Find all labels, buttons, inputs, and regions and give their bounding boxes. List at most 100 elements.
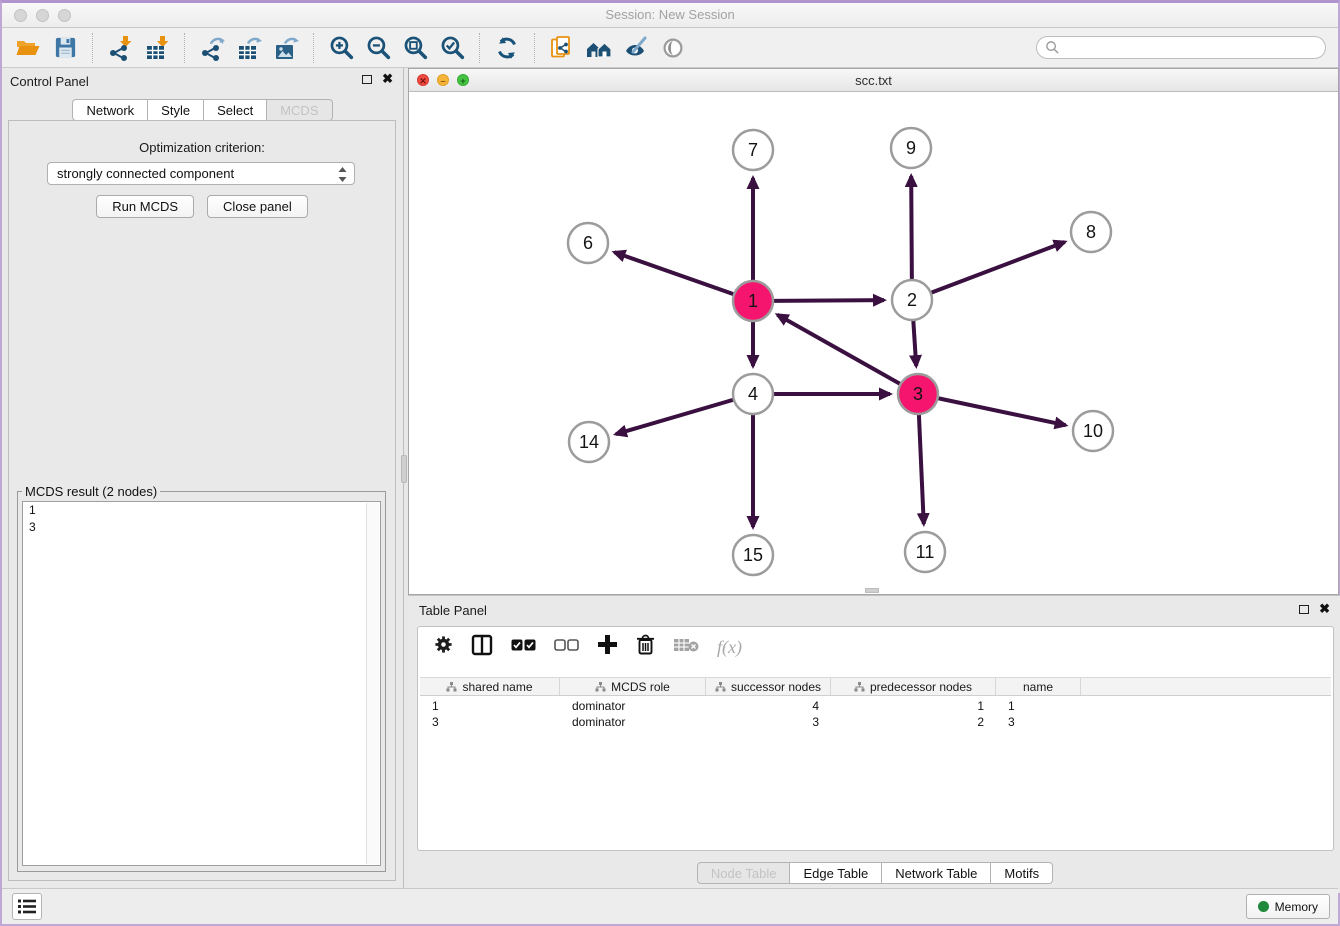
zoom-out-button[interactable] <box>364 34 392 62</box>
mcds-result-items: 13 <box>23 502 380 536</box>
table-cell[interactable]: dominator <box>560 714 706 730</box>
tab-mcds[interactable]: MCDS <box>267 99 332 121</box>
table-tab-node-table[interactable]: Node Table <box>697 862 791 884</box>
deselect-all-columns-button[interactable] <box>554 638 579 656</box>
table-cell[interactable]: dominator <box>560 698 706 714</box>
result-scrollbar[interactable] <box>366 503 379 864</box>
network-window-titlebar[interactable]: ✕ – + scc.txt <box>409 69 1338 92</box>
add-column-button[interactable] <box>597 634 618 660</box>
close-panel-button[interactable]: Close panel <box>207 195 308 218</box>
node-7[interactable]: 7 <box>733 130 773 170</box>
table-row[interactable]: 1dominator411 <box>420 698 1331 714</box>
memory-button[interactable]: Memory <box>1246 894 1330 919</box>
export-table-button[interactable] <box>235 34 263 62</box>
criterion-select[interactable]: strongly connected component <box>47 162 355 185</box>
hierarchy-icon <box>446 682 457 692</box>
network-graph[interactable]: 7 9 6 8 1 2 4 3 14 10 15 11 <box>409 92 1338 594</box>
edge-3-1[interactable] <box>777 315 900 384</box>
split-pane-icon <box>471 634 493 656</box>
node-11[interactable]: 11 <box>905 532 945 572</box>
export-network-button[interactable] <box>198 34 226 62</box>
node-3[interactable]: 3 <box>898 374 938 414</box>
titlebar: Session: New Session <box>2 3 1338 28</box>
result-item[interactable]: 3 <box>23 519 380 536</box>
table-cell[interactable]: 3 <box>706 714 831 730</box>
edge-2-8[interactable] <box>931 242 1065 293</box>
node-15[interactable]: 15 <box>733 535 773 575</box>
close-panel-icon[interactable]: ✖ <box>382 74 393 84</box>
float-panel-icon[interactable] <box>362 75 372 84</box>
table-cell[interactable]: 4 <box>706 698 831 714</box>
table-tab-motifs[interactable]: Motifs <box>991 862 1053 884</box>
close-table-panel-icon[interactable]: ✖ <box>1319 604 1330 614</box>
table-cell[interactable]: 3 <box>420 714 560 730</box>
panel-splitter-handle[interactable] <box>401 455 407 483</box>
edge-4-14[interactable] <box>616 400 734 435</box>
column-header-successor-nodes[interactable]: successor nodes <box>706 678 831 695</box>
column-header-shared-name[interactable]: shared name <box>420 678 560 695</box>
table-settings-button[interactable] <box>434 635 453 659</box>
zoom-fit-button[interactable] <box>401 34 429 62</box>
import-table-button[interactable] <box>143 34 171 62</box>
import-network-button[interactable] <box>106 34 134 62</box>
node-9[interactable]: 9 <box>891 128 931 168</box>
table-cell[interactable]: 3 <box>996 714 1081 730</box>
column-header-predecessor-nodes[interactable]: predecessor nodes <box>831 678 996 695</box>
visual-style-button[interactable] <box>622 34 650 62</box>
column-header-mcds-role[interactable]: MCDS role <box>560 678 706 695</box>
save-session-button[interactable] <box>51 34 79 62</box>
node-10[interactable]: 10 <box>1073 411 1113 451</box>
select-all-columns-button[interactable] <box>511 638 536 656</box>
unchecked-boxes-icon <box>554 639 579 651</box>
delete-table-button[interactable] <box>673 637 699 658</box>
search-icon <box>1045 40 1060 55</box>
function-builder-button[interactable]: f(x) <box>717 637 742 658</box>
mcds-panel: Optimization criterion: strongly connect… <box>8 120 396 881</box>
delete-column-button[interactable] <box>636 634 655 660</box>
edge-2-3[interactable] <box>913 320 916 366</box>
node-2[interactable]: 2 <box>892 280 932 320</box>
copy-network-button[interactable] <box>548 34 576 62</box>
tab-select[interactable]: Select <box>204 99 267 121</box>
tab-style[interactable]: Style <box>148 99 204 121</box>
split-pane-button[interactable] <box>471 634 493 661</box>
zoom-selected-button[interactable] <box>438 34 466 62</box>
export-network-icon <box>199 35 225 61</box>
table-header-row: shared nameMCDS rolesuccessor nodesprede… <box>420 677 1331 696</box>
home-icon <box>585 35 613 61</box>
table-row[interactable]: 3dominator323 <box>420 714 1331 730</box>
edge-2-9[interactable] <box>911 176 912 280</box>
node-8[interactable]: 8 <box>1071 212 1111 252</box>
run-mcds-button[interactable]: Run MCDS <box>96 195 194 218</box>
edge-3-11[interactable] <box>919 414 924 524</box>
table-cell[interactable]: 2 <box>831 714 996 730</box>
home-button[interactable] <box>585 34 613 62</box>
table-tab-edge-table[interactable]: Edge Table <box>790 862 882 884</box>
table-tab-network-table[interactable]: Network Table <box>882 862 991 884</box>
float-table-panel-icon[interactable] <box>1299 605 1309 614</box>
network-window-title: scc.txt <box>409 73 1338 88</box>
edge-3-10[interactable] <box>938 398 1066 425</box>
node-6[interactable]: 6 <box>568 223 608 263</box>
node-1[interactable]: 1 <box>733 281 773 321</box>
show-details-button[interactable] <box>659 34 687 62</box>
canvas-hscrollbar[interactable] <box>865 588 879 593</box>
open-session-button[interactable] <box>14 34 42 62</box>
column-header-name[interactable]: name <box>996 678 1081 695</box>
node-14[interactable]: 14 <box>569 422 609 462</box>
export-image-button[interactable] <box>272 34 300 62</box>
refresh-style-button[interactable] <box>493 34 521 62</box>
table-cell[interactable]: 1 <box>831 698 996 714</box>
result-item[interactable]: 1 <box>23 502 380 519</box>
table-cell[interactable]: 1 <box>996 698 1081 714</box>
tab-network[interactable]: Network <box>72 99 148 121</box>
zoom-in-button[interactable] <box>327 34 355 62</box>
edge-1-2[interactable] <box>773 300 884 301</box>
table-cell[interactable]: 1 <box>420 698 560 714</box>
mcds-result-list[interactable]: 13 <box>22 501 381 866</box>
search-input[interactable] <box>1036 36 1326 59</box>
edge-1-6[interactable] <box>614 252 734 294</box>
task-history-button[interactable] <box>12 893 42 920</box>
node-4[interactable]: 4 <box>733 374 773 414</box>
network-canvas[interactable]: 7 9 6 8 1 2 4 3 14 10 15 11 <box>409 92 1338 594</box>
